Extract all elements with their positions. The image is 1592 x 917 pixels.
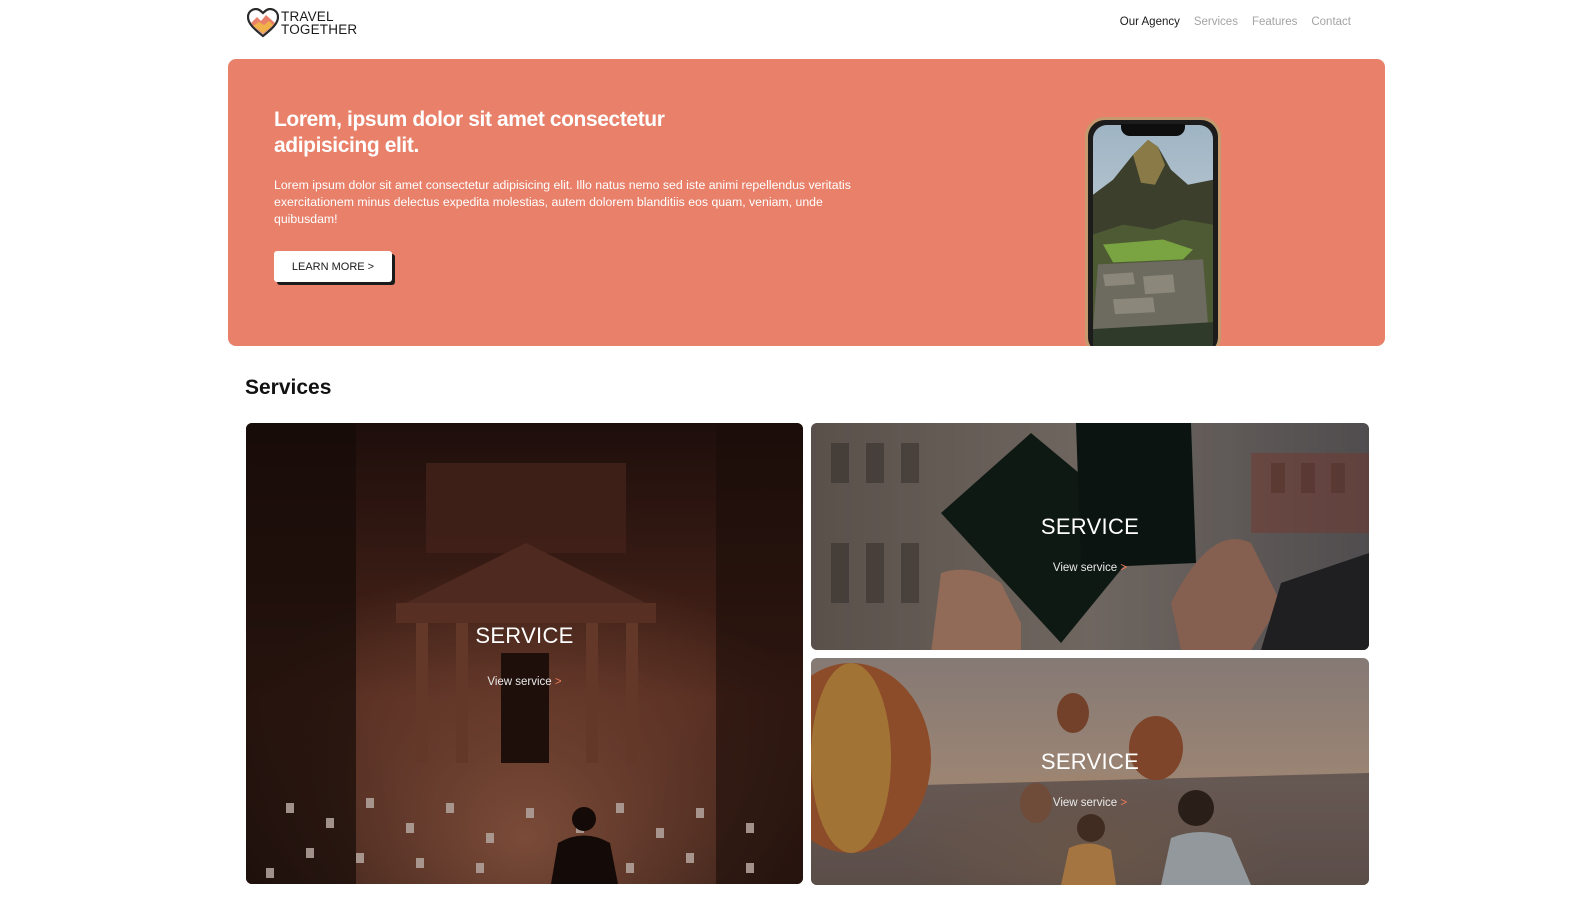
view-service-label: View service [1052, 797, 1118, 809]
brand-line-2: TOGETHER [281, 22, 358, 37]
view-service-link[interactable]: View service > [246, 676, 803, 688]
learn-more-button[interactable]: LEARN MORE > [274, 251, 392, 282]
nav-services[interactable]: Services [1194, 16, 1238, 28]
phone-mockup [1085, 117, 1221, 346]
nav-contact[interactable]: Contact [1311, 16, 1351, 28]
view-service-label: View service [1052, 562, 1118, 574]
heart-mountain-logo-icon [247, 8, 279, 38]
service-card-3[interactable]: SERVICE View service > [811, 658, 1369, 885]
nav-features[interactable]: Features [1252, 16, 1297, 28]
view-service-link[interactable]: View service > [811, 562, 1369, 574]
card-overlay [246, 423, 803, 884]
service-title: SERVICE [1040, 514, 1140, 539]
brand-name: TRAVEL TOGETHER [281, 10, 358, 37]
service-card-2[interactable]: SERVICE View service > [811, 423, 1369, 650]
brand-logo[interactable]: TRAVEL TOGETHER [247, 8, 357, 38]
view-service-link[interactable]: View service > [811, 797, 1369, 809]
page: TRAVEL TOGETHER Our Agency Services Feat… [0, 0, 1592, 917]
hero-banner: Lorem, ipsum dolor sit amet consectetur … [228, 59, 1385, 346]
phone-screen-image [1093, 125, 1213, 346]
site-header: TRAVEL TOGETHER Our Agency Services Feat… [0, 0, 1592, 50]
chevron-right-icon: > [1120, 797, 1128, 809]
main-nav: Our Agency Services Features Contact [1120, 16, 1351, 28]
nav-our-agency[interactable]: Our Agency [1120, 16, 1180, 28]
view-service-label: View service [487, 676, 552, 688]
hero-title: Lorem, ipsum dolor sit amet consectetur … [274, 108, 665, 157]
chevron-right-icon: > [554, 676, 562, 688]
services-heading: Services [245, 376, 332, 399]
service-card-1[interactable]: SERVICE View service > [246, 423, 803, 884]
mountain-ruins-photo [1093, 125, 1213, 346]
service-title: SERVICE [1040, 749, 1140, 774]
chevron-right-icon: > [1120, 562, 1128, 574]
hero-description: Lorem ipsum dolor sit amet consectetur a… [274, 178, 851, 226]
service-title: SERVICE [475, 623, 574, 648]
phone-notch [1121, 124, 1185, 136]
